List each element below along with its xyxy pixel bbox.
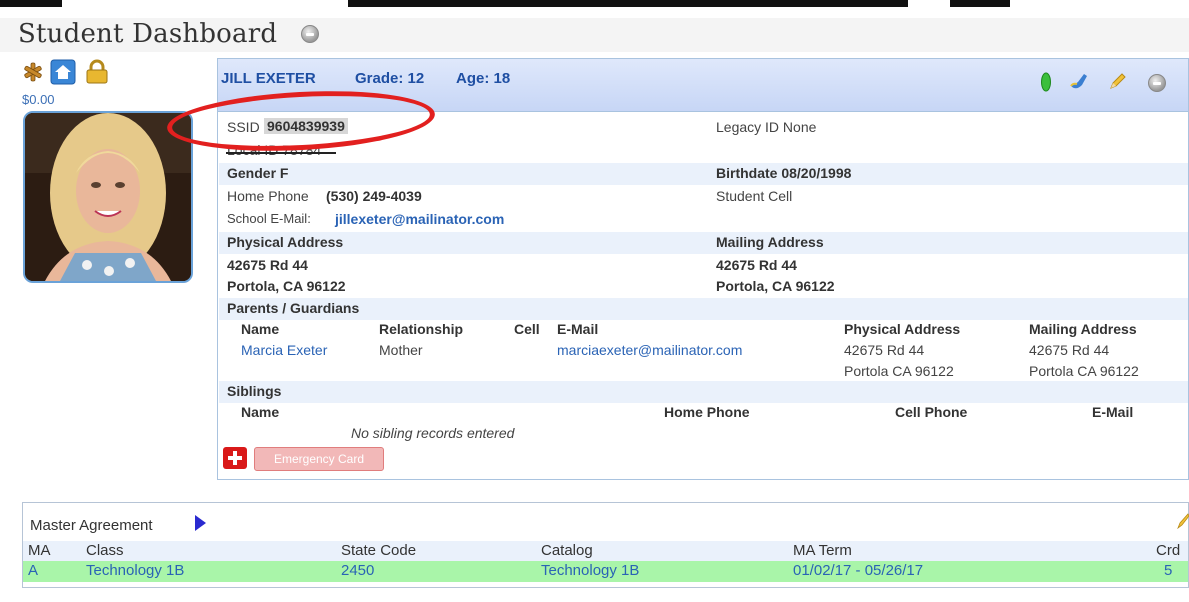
parents-label: Parents / Guardians bbox=[227, 300, 360, 316]
parent-name-link[interactable]: Marcia Exeter bbox=[241, 342, 327, 358]
parent-relationship: Mother bbox=[379, 342, 423, 358]
lock-icon[interactable] bbox=[84, 59, 110, 85]
ma-row-state-code: 2450 bbox=[341, 562, 375, 579]
page-title: Student Dashboard bbox=[18, 19, 278, 49]
edit-icon[interactable] bbox=[1068, 71, 1090, 93]
address-line2-row: Portola, CA 96122 Portola, CA 96122 bbox=[219, 276, 1188, 298]
account-balance: $0.00 bbox=[22, 92, 55, 107]
siblings-col-cell-phone: Cell Phone bbox=[895, 404, 968, 420]
title-info-icon[interactable] bbox=[301, 25, 319, 43]
physical-address-line1: 42675 Rd 44 bbox=[227, 257, 308, 273]
siblings-label: Siblings bbox=[227, 383, 282, 399]
play-arrow-icon[interactable] bbox=[195, 515, 206, 531]
student-age: Age: 18 bbox=[456, 70, 511, 87]
address-header-row: Physical Address Mailing Address bbox=[219, 232, 1188, 254]
local-id-strikethrough bbox=[226, 152, 336, 154]
master-agreement-header-row: MA Class State Code Catalog MA Term Crd bbox=[23, 541, 1188, 561]
siblings-empty-message: No sibling records entered bbox=[351, 425, 515, 441]
ma-row-ma: A bbox=[28, 562, 39, 579]
parent-physical-line1: 42675 Rd 44 bbox=[844, 342, 925, 358]
physical-address-label: Physical Address bbox=[227, 234, 344, 250]
parents-col-email: E-Mail bbox=[557, 321, 599, 337]
parents-col-relationship: Relationship bbox=[379, 321, 464, 337]
ma-col-term: MA Term bbox=[793, 542, 852, 559]
school-email-row: School E-Mail: jillexeter@mailinator.com bbox=[219, 209, 1188, 231]
parents-col-mailing: Mailing Address bbox=[1029, 321, 1137, 337]
parents-column-headers: Name Relationship Cell E-Mail Physical A… bbox=[219, 319, 1188, 341]
red-cross-icon[interactable] bbox=[223, 447, 247, 469]
ma-col-class: Class bbox=[86, 542, 124, 559]
siblings-col-home-phone: Home Phone bbox=[664, 404, 750, 420]
parents-col-name: Name bbox=[241, 321, 280, 337]
ma-col-state-code: State Code bbox=[341, 542, 417, 559]
ma-col-catalog: Catalog bbox=[541, 542, 593, 559]
parents-col-cell: Cell bbox=[514, 321, 540, 337]
student-grade: Grade: 12 bbox=[355, 70, 425, 87]
parent-row: Marcia Exeter Mother marciaexeter@mailin… bbox=[219, 340, 1188, 362]
ma-col-crd: Crd bbox=[1156, 542, 1181, 559]
school-email-link[interactable]: jillexeter@mailinator.com bbox=[335, 211, 504, 227]
parent-email-link[interactable]: marciaexeter@mailinator.com bbox=[557, 342, 742, 358]
mailing-address-line2: Portola, CA 96122 bbox=[716, 278, 835, 294]
parent-physical-line2: Portola CA 96122 bbox=[844, 363, 954, 379]
home-phone: (530) 249-4039 bbox=[326, 188, 422, 204]
emergency-card-button[interactable]: Emergency Card bbox=[254, 447, 384, 471]
home-phone-label: Home Phone bbox=[227, 188, 309, 204]
asterisk-icon[interactable] bbox=[22, 61, 44, 83]
student-name[interactable]: JILL EXETER bbox=[221, 70, 316, 87]
physical-address-line2: Portola, CA 96122 bbox=[227, 278, 346, 294]
mailing-address-line1: 42675 Rd 44 bbox=[716, 257, 797, 273]
parent-row-cont: Portola CA 96122 Portola CA 96122 bbox=[219, 361, 1188, 383]
student-cell-label: Student Cell bbox=[716, 188, 793, 204]
edit-corner-icon[interactable] bbox=[1177, 511, 1189, 529]
cropped-top-strip bbox=[0, 0, 1189, 18]
green-status-icon[interactable] bbox=[1040, 71, 1052, 93]
gender: Gender F bbox=[227, 165, 289, 181]
ma-row-term: 01/02/17 - 05/26/17 bbox=[793, 562, 924, 579]
parents-col-physical: Physical Address bbox=[844, 321, 961, 337]
ma-row-class: Technology 1B bbox=[86, 562, 185, 579]
siblings-col-name: Name bbox=[241, 404, 280, 420]
legacy-id: Legacy ID None bbox=[716, 119, 817, 135]
phone-row: Home Phone (530) 249-4039 Student Cell bbox=[219, 186, 1188, 208]
master-agreement-title: Master Agreement bbox=[30, 517, 153, 534]
parents-section-header: Parents / Guardians bbox=[219, 298, 1188, 320]
siblings-column-headers: Name Home Phone Cell Phone E-Mail bbox=[219, 402, 1188, 424]
parent-mailing-line1: 42675 Rd 44 bbox=[1029, 342, 1110, 358]
ma-col-ma: MA bbox=[28, 542, 51, 559]
home-icon[interactable] bbox=[50, 59, 76, 85]
mailing-address-label: Mailing Address bbox=[716, 234, 824, 250]
ma-row-catalog: Technology 1B bbox=[541, 562, 640, 579]
student-photo bbox=[23, 111, 193, 283]
school-email-label: School E-Mail: bbox=[227, 211, 311, 226]
parent-mailing-line2: Portola CA 96122 bbox=[1029, 363, 1139, 379]
master-agreement-panel: Master Agreement MA Class State Code Cat… bbox=[22, 502, 1189, 588]
siblings-section-header: Siblings bbox=[219, 381, 1188, 403]
siblings-empty-row: No sibling records entered bbox=[219, 423, 1188, 445]
ma-row-crd: 5 bbox=[1164, 562, 1173, 579]
gender-row: Gender F Birthdate 08/20/1998 bbox=[219, 163, 1188, 185]
siblings-col-email: E-Mail bbox=[1092, 404, 1134, 420]
info-icon[interactable] bbox=[1148, 74, 1166, 92]
address-line1-row: 42675 Rd 44 42675 Rd 44 bbox=[219, 255, 1188, 277]
birthdate: Birthdate 08/20/1998 bbox=[716, 165, 852, 181]
master-agreement-row[interactable]: A Technology 1B 2450 Technology 1B 01/02… bbox=[23, 561, 1188, 582]
pencil-icon[interactable] bbox=[1107, 70, 1129, 92]
